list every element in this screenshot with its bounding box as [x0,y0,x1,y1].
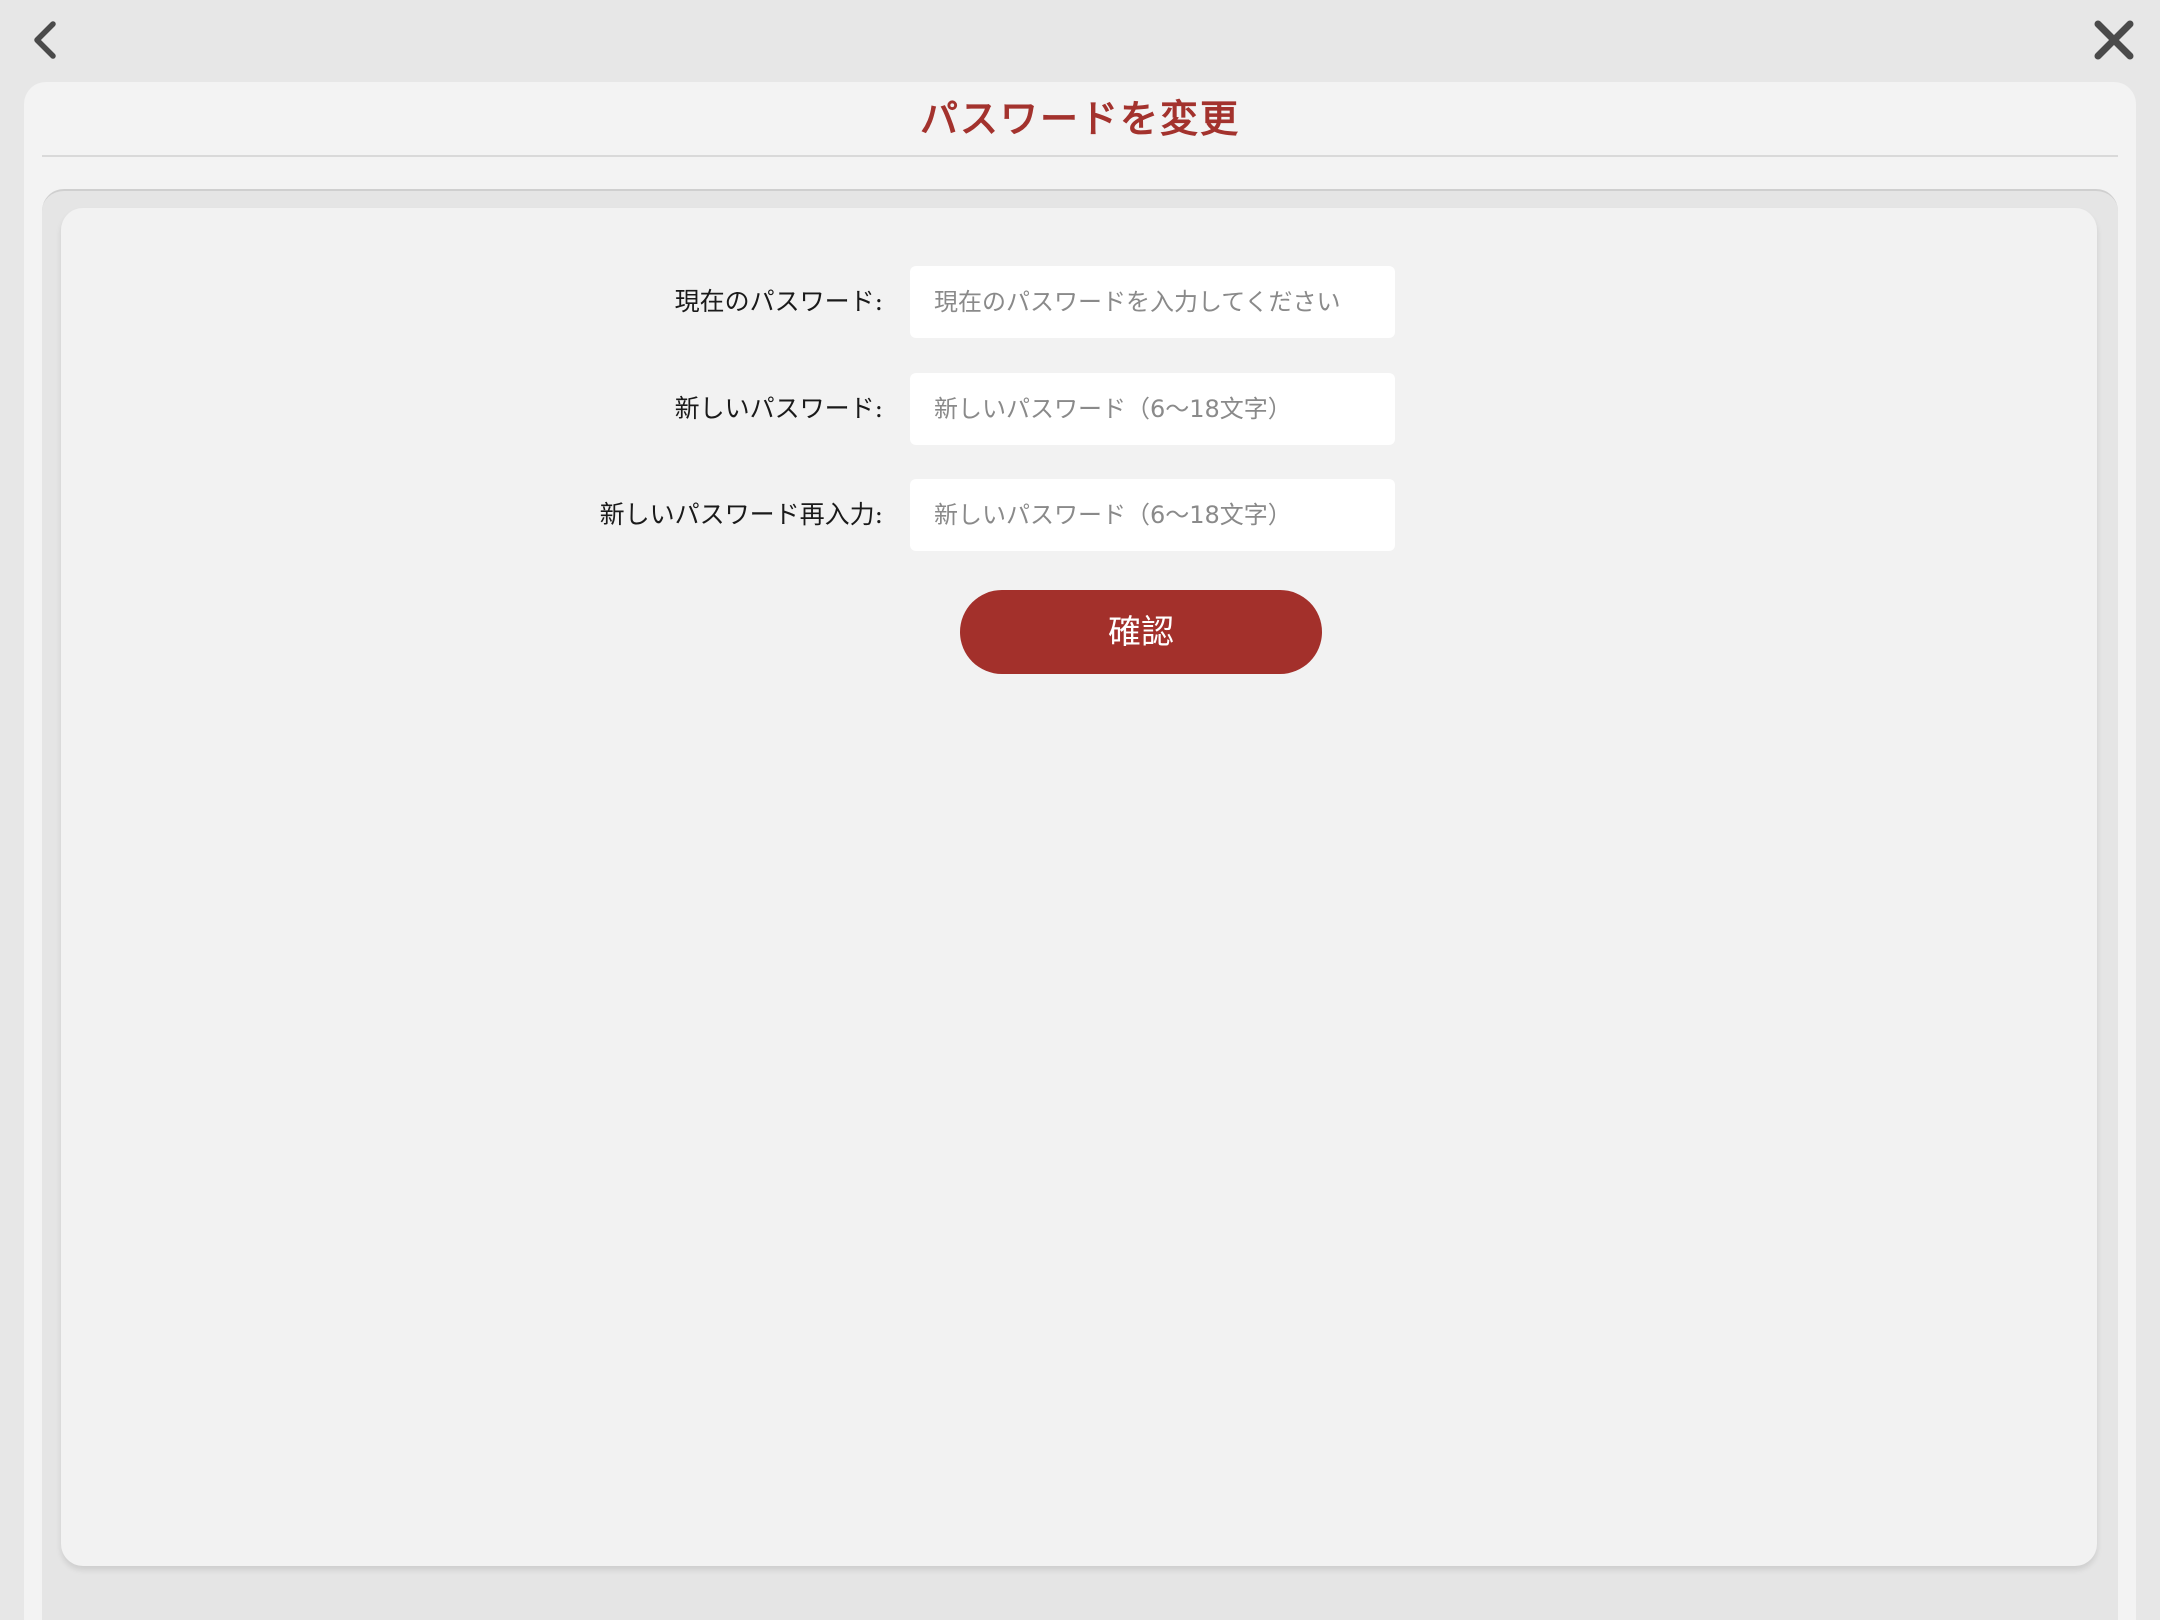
title-divider [42,155,2118,157]
current-password-row: 現在のパスワード: [61,266,2097,338]
current-password-input[interactable] [910,266,1395,338]
new-password-input[interactable] [910,373,1395,445]
back-button[interactable] [24,18,68,62]
chevron-left-icon [34,21,56,59]
change-password-panel: パスワードを変更 現在のパスワード: 新しいパスワード: 新しいパスワード再入力… [24,82,2136,1620]
password-form: 現在のパスワード: 新しいパスワード: 新しいパスワード再入力: 確認 [61,208,2097,1566]
close-x-icon [2094,20,2134,60]
confirm-password-row: 新しいパスワード再入力: [61,479,2097,551]
confirm-button[interactable]: 確認 [960,590,1322,674]
page-title: パスワードを変更 [919,96,1240,141]
form-container: 現在のパスワード: 新しいパスワード: 新しいパスワード再入力: 確認 [42,189,2118,1620]
confirm-password-input[interactable] [910,479,1395,551]
confirm-password-label: 新しいパスワード再入力: [599,500,883,529]
current-password-label: 現在のパスワード: [674,287,883,316]
close-button[interactable] [2092,18,2136,62]
new-password-row: 新しいパスワード: [61,373,2097,445]
new-password-label: 新しいパスワード: [674,394,883,423]
